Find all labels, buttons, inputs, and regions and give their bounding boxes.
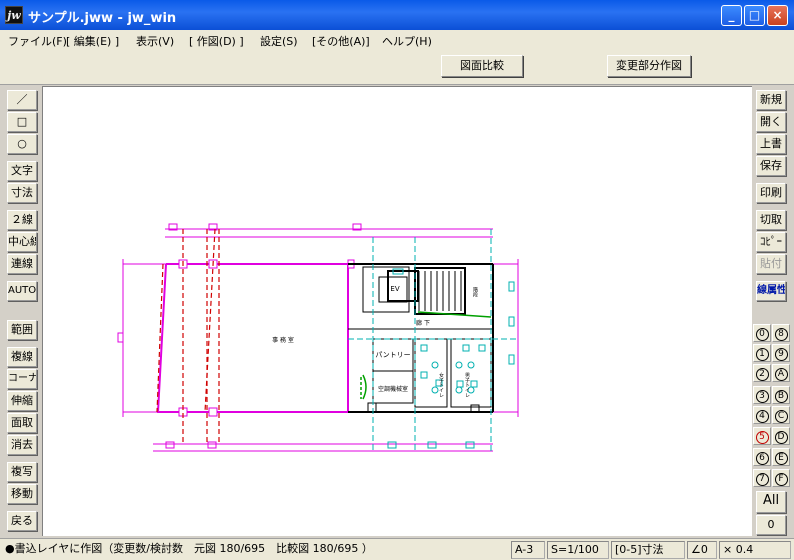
layer-7-button[interactable]: 7 xyxy=(753,469,771,487)
menu-help[interactable]: ヘルプ(H) xyxy=(382,33,432,49)
layer-3-button[interactable]: 3 xyxy=(753,386,771,404)
status-angle[interactable]: ∠0 xyxy=(687,541,717,559)
menu-view[interactable]: 表示(V) xyxy=(136,33,174,49)
menu-edit[interactable]: [ 編集(E) ] xyxy=(66,33,119,49)
layer-2-button[interactable]: 2 xyxy=(753,364,771,382)
tool-range[interactable]: 範囲 xyxy=(7,320,37,340)
title-bar: jw サンプル.jww - jw_win _ □ × xyxy=(0,0,794,30)
cut-button[interactable]: 切取 xyxy=(756,210,786,230)
tool-line[interactable]: ／ xyxy=(7,90,37,110)
label-ev: EV xyxy=(390,285,399,293)
layer-b-button[interactable]: B xyxy=(772,386,790,404)
layer-1-button[interactable]: 1 xyxy=(753,344,771,362)
tool-auto[interactable]: AUTO xyxy=(7,281,37,301)
status-message: ●書込レイヤに作図（変更数/検討数 元図 180/695 比較図 180/695… xyxy=(5,542,373,555)
tool-corner[interactable]: コーナー xyxy=(7,369,37,389)
tool-chamfer[interactable]: 面取 xyxy=(7,413,37,433)
menu-draw[interactable]: [ 作図(D) ] xyxy=(189,33,244,49)
label-toilet-men: 男子トイレ xyxy=(464,373,470,398)
layer-all-button[interactable]: All xyxy=(756,491,786,513)
status-paper[interactable]: A-3 xyxy=(511,541,545,559)
partial-draw-button[interactable]: 変更部分作図 xyxy=(607,55,691,77)
menu-file[interactable]: ファイル(F) xyxy=(8,33,67,49)
layer-4-button[interactable]: 4 xyxy=(753,406,771,424)
layer-8-button[interactable]: 8 xyxy=(772,324,790,342)
tool-undo[interactable]: 戻る xyxy=(7,511,37,531)
tool-copy[interactable]: 複写 xyxy=(7,462,37,482)
overwrite-button[interactable]: 上書 xyxy=(756,134,786,154)
maximize-button[interactable]: □ xyxy=(744,5,765,26)
label-toilet-women: 女子トイレ xyxy=(438,372,444,398)
status-dimension[interactable]: [0-5]寸法 xyxy=(611,541,685,559)
tool-center-line[interactable]: 中心線 xyxy=(7,232,37,252)
tool-offset[interactable]: 複線 xyxy=(7,347,37,367)
layer-5-button[interactable]: 5 xyxy=(753,427,771,445)
layer-zero-button[interactable]: 0 xyxy=(756,515,786,535)
copy-button[interactable]: ｺﾋﾟｰ xyxy=(756,232,786,252)
floor-plan-drawing: 事 務 室 EV 廊 下 パントリー 空調機械室 女子トイレ 男子トイレ 階段 xyxy=(117,223,519,452)
tool-circle[interactable]: ○ xyxy=(7,134,37,154)
label-stair: 階段 xyxy=(472,286,478,298)
window-title: サンプル.jww - jw_win xyxy=(28,11,177,26)
menu-bar: ファイル(F) [ 編集(E) ] 表示(V) [ 作図(D) ] 設定(S) … xyxy=(0,30,794,49)
label-pantry: パントリー xyxy=(375,351,410,359)
tool-connect-line[interactable]: 連線 xyxy=(7,254,37,274)
paste-button[interactable]: 貼付 xyxy=(756,254,786,274)
menu-other[interactable]: [その他(A)] xyxy=(312,33,370,49)
layer-f-button[interactable]: F xyxy=(772,469,790,487)
tool-move[interactable]: 移動 xyxy=(7,484,37,504)
open-file-button[interactable]: 開く xyxy=(756,112,786,132)
print-button[interactable]: 印刷 xyxy=(756,183,786,203)
drawing-canvas[interactable]: 事 務 室 EV 廊 下 パントリー 空調機械室 女子トイレ 男子トイレ 階段 xyxy=(42,86,752,536)
app-icon[interactable]: jw xyxy=(5,6,23,24)
tool-rectangle[interactable]: □ xyxy=(7,112,37,132)
tool-erase[interactable]: 消去 xyxy=(7,435,37,455)
status-zoom[interactable]: × 0.4 xyxy=(719,541,791,559)
layer-0-button[interactable]: 0 xyxy=(753,324,771,342)
label-office: 事 務 室 xyxy=(272,336,294,344)
line-attribute-button[interactable]: 線属性 xyxy=(756,281,786,301)
toolbar: 図面比較 変更部分作図 xyxy=(0,49,794,85)
tool-double-line[interactable]: ２線 xyxy=(7,210,37,230)
layer-e-button[interactable]: E xyxy=(772,448,790,466)
label-corridor: 廊 下 xyxy=(416,319,430,327)
layer-9-button[interactable]: 9 xyxy=(772,344,790,362)
layer-d-button[interactable]: D xyxy=(772,427,790,445)
layer-6-button[interactable]: 6 xyxy=(753,448,771,466)
layer-c-button[interactable]: C xyxy=(772,406,790,424)
new-file-button[interactable]: 新規 xyxy=(756,90,786,110)
close-button[interactable]: × xyxy=(767,5,788,26)
tool-dimension[interactable]: 寸法 xyxy=(7,183,37,203)
tool-text[interactable]: 文字 xyxy=(7,161,37,181)
status-scale[interactable]: S=1/100 xyxy=(547,541,609,559)
label-aircon: 空調機械室 xyxy=(378,385,408,393)
layer-a-button[interactable]: A xyxy=(772,364,790,382)
tool-stretch[interactable]: 伸縮 xyxy=(7,391,37,411)
save-button[interactable]: 保存 xyxy=(756,156,786,176)
minimize-button[interactable]: _ xyxy=(721,5,742,26)
compare-button[interactable]: 図面比較 xyxy=(441,55,523,77)
status-bar: ●書込レイヤに作図（変更数/検討数 元図 180/695 比較図 180/695… xyxy=(0,538,794,560)
menu-settings[interactable]: 設定(S) xyxy=(260,33,298,49)
